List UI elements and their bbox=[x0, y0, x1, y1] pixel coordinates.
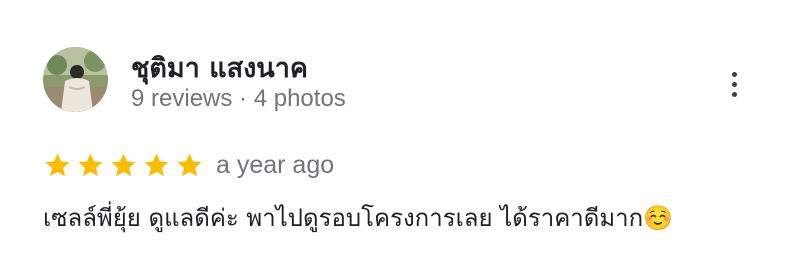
star-icon bbox=[45, 153, 70, 177]
avatar-photo bbox=[43, 47, 108, 112]
review-time: a year ago bbox=[216, 151, 335, 179]
star-icon bbox=[177, 153, 202, 177]
star-icon bbox=[144, 153, 169, 177]
avatar[interactable] bbox=[43, 47, 108, 112]
star-icon bbox=[78, 153, 103, 177]
author-name[interactable]: ชุติมา แสงนาค bbox=[131, 46, 308, 89]
more-vert-icon-dot bbox=[731, 91, 737, 97]
more-vert-icon bbox=[731, 71, 737, 77]
more-options-button[interactable] bbox=[718, 66, 750, 102]
more-vert-icon-dot bbox=[731, 81, 737, 87]
review-card: ชุติมา แสงนาค 9 reviews · 4 photos a yea… bbox=[0, 0, 800, 264]
meta-separator: · bbox=[239, 85, 248, 112]
author-meta: 9 reviews · 4 photos bbox=[131, 85, 346, 113]
reviews-count: 9 reviews bbox=[131, 85, 233, 112]
star-rating bbox=[43, 151, 204, 180]
photos-count: 4 photos bbox=[253, 85, 346, 112]
star-icon bbox=[111, 153, 136, 177]
review-text: เซลล์พี่ยุ้ย ดูแลดีค่ะ พาไปดูรอบโครงการเ… bbox=[43, 204, 674, 232]
